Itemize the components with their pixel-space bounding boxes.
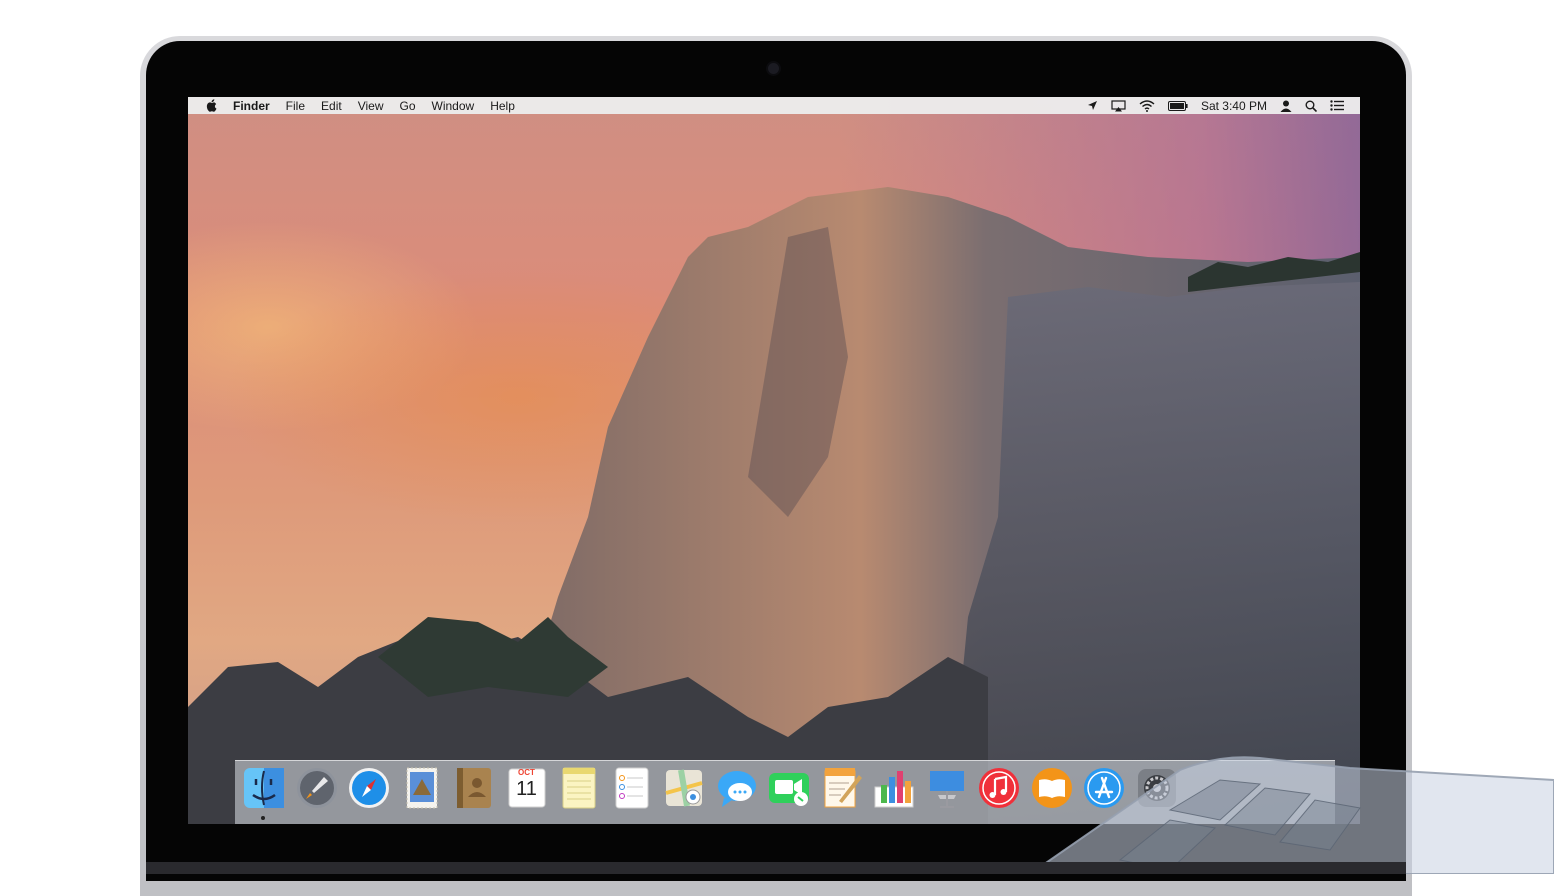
menu-finder[interactable]: Finder xyxy=(233,99,270,113)
dock-keynote[interactable] xyxy=(924,765,970,811)
dock-reminders[interactable] xyxy=(609,765,655,811)
dock-maps[interactable] xyxy=(661,765,707,811)
mail-stamp-icon xyxy=(406,767,437,809)
dock-launchpad[interactable] xyxy=(294,765,340,811)
safari-compass-icon xyxy=(349,768,389,808)
launchpad-rocket-icon xyxy=(296,768,337,808)
camera-icon xyxy=(768,63,779,74)
notification-center-icon[interactable] xyxy=(1330,100,1344,111)
finder-icon xyxy=(244,768,284,808)
numbers-icon xyxy=(874,771,914,808)
airplay-icon[interactable] xyxy=(1111,99,1126,112)
keynote-icon xyxy=(929,771,964,808)
dock-safari[interactable] xyxy=(346,765,392,811)
status-menus: Sat 3:40 PM xyxy=(1087,97,1344,114)
maps-icon xyxy=(665,769,703,807)
dock-contacts[interactable] xyxy=(451,765,497,811)
menu-help[interactable]: Help xyxy=(490,99,515,113)
location-arrow-icon[interactable] xyxy=(1087,100,1098,111)
dock-mail[interactable] xyxy=(399,765,445,811)
pages-icon xyxy=(824,768,862,808)
dock-pages[interactable] xyxy=(819,765,865,811)
notes-icon xyxy=(562,767,596,809)
menu-go[interactable]: Go xyxy=(400,99,416,113)
dock-finder[interactable] xyxy=(241,765,287,811)
laptop-bottom-edge xyxy=(146,862,1406,874)
calendar-month: OCT xyxy=(518,768,535,777)
menu-file[interactable]: File xyxy=(286,99,305,113)
wallpaper-half-dome xyxy=(188,187,1360,824)
menu-window[interactable]: Window xyxy=(432,99,475,113)
dock-calendar[interactable]: OCT 11 xyxy=(504,765,550,811)
menu-edit[interactable]: Edit xyxy=(321,99,342,113)
wifi-icon[interactable] xyxy=(1139,99,1155,112)
menu-view[interactable]: View xyxy=(358,99,384,113)
dock-facetime[interactable] xyxy=(766,765,812,811)
menu-bar: Finder File Edit View Go Window Help Sat… xyxy=(188,97,1360,114)
dock-numbers[interactable] xyxy=(871,765,917,811)
itunes-note-icon xyxy=(979,768,1019,808)
spotlight-search-icon[interactable] xyxy=(1305,100,1317,112)
desktop-screen: Finder File Edit View Go Window Help Sat… xyxy=(188,97,1360,824)
facetime-icon xyxy=(769,773,809,806)
apple-logo-icon[interactable] xyxy=(204,98,218,113)
menu-clock[interactable]: Sat 3:40 PM xyxy=(1201,99,1267,113)
messages-icon xyxy=(717,771,756,807)
dock-itunes[interactable] xyxy=(976,765,1022,811)
contacts-book-icon xyxy=(457,768,491,808)
dock-messages[interactable] xyxy=(714,765,760,811)
finder-running-indicator xyxy=(261,816,265,820)
calendar-day: 11 xyxy=(516,778,537,800)
battery-icon[interactable] xyxy=(1167,100,1188,111)
keyboard-cover-overlay xyxy=(1028,756,1554,874)
dock-notes[interactable] xyxy=(556,765,602,811)
reminders-icon xyxy=(615,767,648,809)
user-icon[interactable] xyxy=(1280,100,1292,112)
